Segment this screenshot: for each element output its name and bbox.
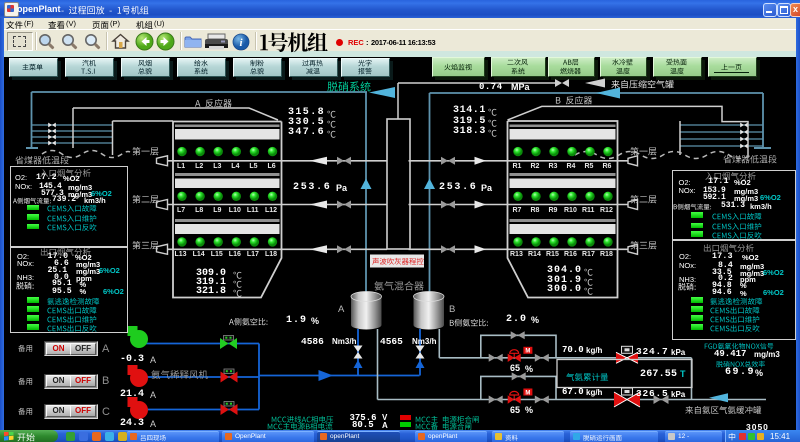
svg-text:M: M bbox=[525, 349, 530, 355]
svg-text:M: M bbox=[525, 390, 530, 396]
